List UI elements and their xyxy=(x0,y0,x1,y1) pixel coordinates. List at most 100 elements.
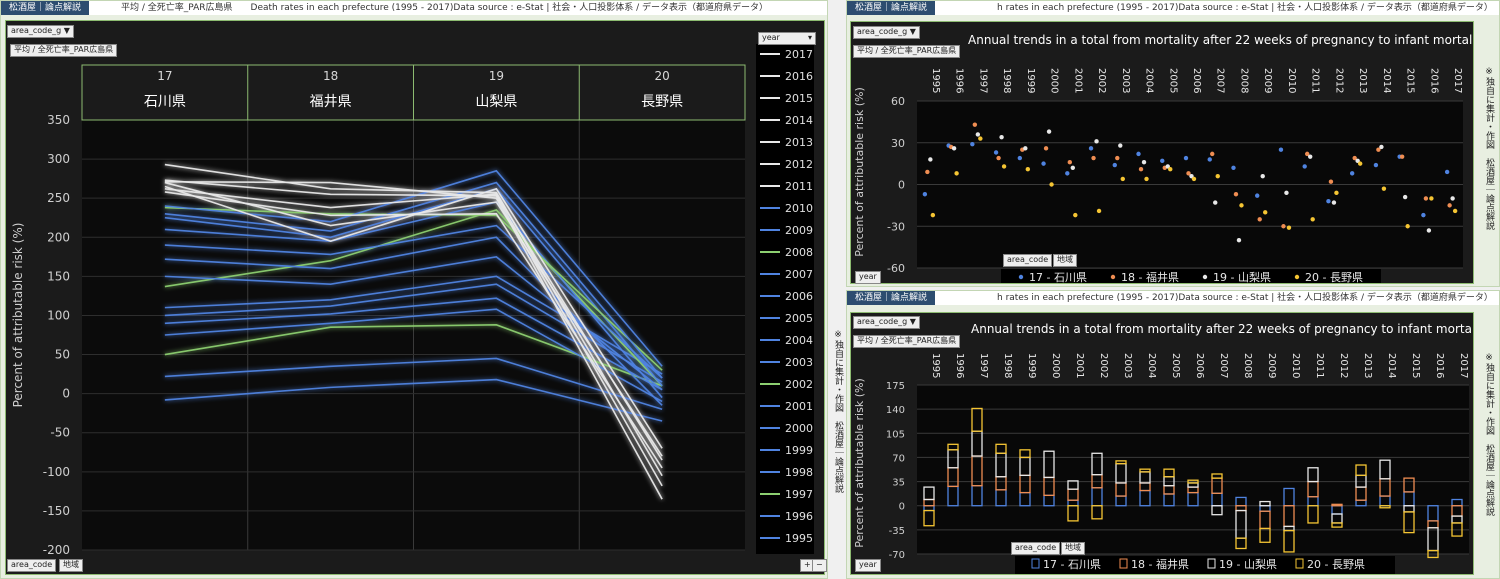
area-code-axis-button-2[interactable]: area_code xyxy=(1003,254,1053,267)
scatter-point xyxy=(1118,143,1123,148)
legend-label: 20 - 長野県 xyxy=(1307,558,1365,571)
region-axis-button[interactable]: 地域 xyxy=(59,559,83,572)
scatter-point xyxy=(951,146,957,151)
scatter-point xyxy=(1136,151,1141,157)
chart-title: Annual trends in a total from mortality … xyxy=(971,322,1473,336)
scatter-point xyxy=(1307,154,1313,159)
legend-label: 19 - 山梨県 xyxy=(1213,270,1271,283)
scatter-point xyxy=(1426,228,1432,233)
region-axis-button-2[interactable]: 地域 xyxy=(1053,254,1077,267)
brand-tab-2[interactable]: 松酒屋｜論点解説 xyxy=(847,1,936,15)
scatter-point xyxy=(1041,161,1046,166)
scatter-point xyxy=(970,141,975,147)
year-tick-label: 2004 xyxy=(1144,68,1155,93)
legend-label-2003: 2003 xyxy=(785,356,813,369)
year-tick-label: 1997 xyxy=(978,353,989,378)
legend-label-2011: 2011 xyxy=(785,180,813,193)
y-tick-label: 35 xyxy=(892,478,905,489)
scatter-point xyxy=(1236,237,1242,243)
zoom-out-button[interactable]: − xyxy=(812,559,827,572)
year-tick-label: 2007 xyxy=(1215,68,1226,93)
area-code-axis-button[interactable]: area_code xyxy=(7,559,57,572)
year-tick-label: 1999 xyxy=(1026,353,1037,378)
scatter-point xyxy=(1023,146,1028,151)
scatter-point xyxy=(1138,166,1144,172)
category-name: 石川県 xyxy=(144,94,186,110)
chart-title: Annual trends in a total from mortality … xyxy=(968,33,1473,47)
scatter-point xyxy=(1281,224,1286,229)
scatter-point xyxy=(1429,196,1434,201)
legend-marker xyxy=(1294,274,1300,280)
y-tick-label: 50 xyxy=(55,348,70,362)
scatter-point xyxy=(1310,217,1315,222)
left-tab-bar: 松酒屋｜論点解説 平均 / 全死亡率_PAR広島県 Death rates in… xyxy=(1,1,827,15)
area-code-filter-label-2: area_code_g xyxy=(857,27,908,36)
scatter-point xyxy=(1423,196,1429,201)
scatter-point xyxy=(978,136,983,141)
scatter-point xyxy=(1260,173,1265,179)
year-tick-label: 2009 xyxy=(1266,353,1277,378)
scatter-point xyxy=(1088,146,1094,151)
scatter-point xyxy=(1381,186,1387,191)
scatter-point xyxy=(1141,160,1147,165)
y-tick-label: -30 xyxy=(887,220,905,233)
scatter-point xyxy=(1067,160,1073,165)
area-code-filter-button-3[interactable]: area_code_g ▼ xyxy=(853,316,920,329)
legend-label-2015: 2015 xyxy=(785,92,813,105)
y-tick-label: 30 xyxy=(891,137,905,150)
scatter-point xyxy=(1017,155,1023,161)
dropdown-icon: ▾ xyxy=(807,33,812,42)
category-code: 19 xyxy=(489,69,504,83)
year-tick-label: 2016 xyxy=(1434,353,1445,378)
year-axis-button[interactable]: year xyxy=(855,271,881,284)
area-code-filter-button[interactable]: area_code_g ▼ xyxy=(7,25,74,38)
scatter-point xyxy=(1326,199,1331,204)
legend-label-2002: 2002 xyxy=(785,378,813,391)
legend-label: 19 - 山梨県 xyxy=(1219,557,1277,571)
right-top-tab-bar: 松酒屋｜論点解説 h rates in each prefecture (199… xyxy=(847,1,1499,15)
brand-tab-3[interactable]: 松酒屋｜論点解説 xyxy=(847,291,936,305)
region-axis-button-3[interactable]: 地域 xyxy=(1061,542,1085,555)
year-tick-label: 2005 xyxy=(1167,68,1178,93)
legend-label: 20 - 長野県 xyxy=(1305,271,1363,283)
measure-chip-2: 平均 / 全死亡率_PAR広島県 xyxy=(853,45,961,58)
scatter-point xyxy=(1043,146,1049,151)
area-code-filter-button-2[interactable]: area_code_g ▼ xyxy=(853,26,920,39)
scatter-point xyxy=(925,169,930,175)
legend-label-1996: 1996 xyxy=(785,510,813,523)
year-tick-label: 2010 xyxy=(1290,353,1301,378)
right-bottom-panel: 松酒屋｜論点解説 h rates in each prefecture (199… xyxy=(846,290,1500,579)
year-tick-label: 2004 xyxy=(1146,353,1157,378)
year-tick-label: 2000 xyxy=(1050,353,1061,378)
area-code-axis-button-3[interactable]: area_code xyxy=(1011,542,1061,555)
legend-label-2014: 2014 xyxy=(785,114,813,127)
scatter-point xyxy=(1239,203,1244,208)
legend-label-2005: 2005 xyxy=(785,312,813,325)
right-top-panel: 松酒屋｜論点解説 h rates in each prefecture (199… xyxy=(846,0,1500,287)
legend-marker xyxy=(1110,274,1116,280)
year-legend-header[interactable]: year ▾ xyxy=(758,32,816,45)
scatter-point xyxy=(1070,165,1076,170)
year-axis-button-2[interactable]: year xyxy=(855,559,881,572)
legend-label-1995: 1995 xyxy=(785,532,813,545)
y-tick-label: 250 xyxy=(47,191,70,205)
legend-label-2009: 2009 xyxy=(785,224,813,237)
legend-label-2006: 2006 xyxy=(785,290,813,303)
year-tick-label: 2003 xyxy=(1122,353,1133,378)
year-legend-title: year xyxy=(762,33,780,42)
measure-chip-3: 平均 / 全死亡率_PAR広島県 xyxy=(853,335,961,348)
scatter-point xyxy=(954,171,959,176)
scatter-point xyxy=(1278,147,1284,152)
scatter-point xyxy=(1349,171,1355,176)
brand-tab[interactable]: 松酒屋｜論点解説 xyxy=(1,1,90,15)
year-tick-label: 1995 xyxy=(930,68,941,93)
scatter-point xyxy=(975,132,981,137)
year-tick-label: 1995 xyxy=(930,353,941,378)
y-tick-label: 0 xyxy=(62,387,70,401)
y-tick-label: -150 xyxy=(43,504,70,518)
y-tick-label: 200 xyxy=(47,230,70,244)
scatter-point xyxy=(1331,200,1337,205)
scatter-point xyxy=(1302,164,1307,169)
scatter-point xyxy=(1405,224,1410,229)
category-name: 福井県 xyxy=(310,94,352,110)
